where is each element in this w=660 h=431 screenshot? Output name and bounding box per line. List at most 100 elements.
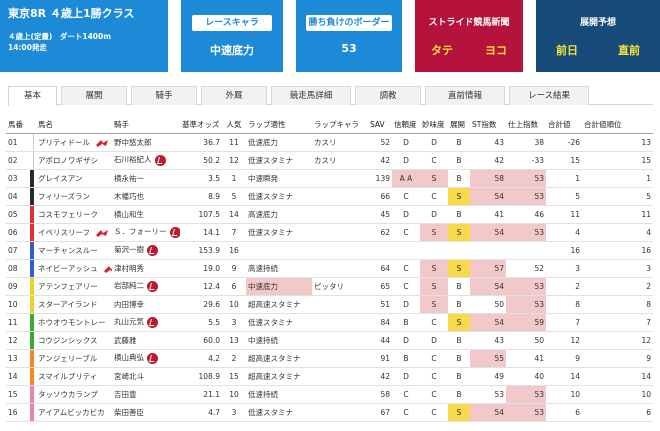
table-row[interactable]: 15 タッソウカランプ 吉田豊 21.1 10 低速持続 58 C C B 53 53 10 10 (6, 385, 653, 404)
goukei-cell: 6 (546, 403, 582, 422)
tab-race-result[interactable]: レース結果 (509, 86, 589, 105)
table-row[interactable]: 03 グレイスアン 横永祐一 3.5 1 中速瞬発 139 A A S B 58 53 1 1 (6, 169, 653, 188)
lap-chara-cell (312, 385, 368, 404)
myomido-cell: S (420, 295, 448, 314)
red-flag-icon (96, 139, 109, 147)
umaban-cell: 15 (6, 385, 30, 404)
horse-name[interactable]: マーチャンスルー (38, 246, 98, 255)
odds-cell: 4.7 (180, 403, 222, 422)
myomido-cell: C (420, 385, 448, 404)
lap-tekisei-cell: 中速持続 (246, 331, 312, 350)
col-bamei: 馬名 (36, 116, 112, 134)
horse-name-cell[interactable]: アポロノワギザシ (36, 151, 112, 170)
horse-name-cell[interactable]: フィリーズラン (36, 187, 112, 206)
horse-name-cell[interactable]: マーチャンスルー (36, 241, 112, 260)
horse-name-cell[interactable]: タッソウカランプ (36, 385, 112, 404)
lap-tekisei-cell (246, 241, 312, 260)
jockey-cell: 石川裕紀人 (112, 151, 180, 170)
st-shisu-cell: 58 (470, 169, 506, 188)
umaban-cell: 01 (6, 133, 30, 152)
odds-cell: 50.2 (180, 151, 222, 170)
horse-name-cell[interactable]: コウジンシックス (36, 331, 112, 350)
horse-name-cell[interactable]: コスモフェリーク (36, 205, 112, 224)
horse-name[interactable]: スターアイランド (38, 300, 97, 309)
tab-chokyo[interactable]: 調教 (355, 86, 421, 105)
tab-gaikyu[interactable]: 外厩 (201, 86, 267, 105)
horse-name-cell[interactable]: ネイビーアッシュ (36, 259, 112, 278)
table-row[interactable]: 07 マーチャンスルー 菊沢一樹 153.9 16 16 16 (6, 241, 653, 260)
horse-name-cell[interactable]: スターアイランド (36, 295, 112, 314)
st-shisu-cell: 54 (470, 187, 506, 206)
stride-yoko-link[interactable]: ヨコ (469, 42, 523, 58)
sav-cell: 51 (368, 295, 392, 314)
goukei-juni-cell: 9 (582, 349, 653, 368)
race-chara-value: 中速底力 (210, 44, 254, 57)
horse-name-cell[interactable]: ホウオウモントレー (36, 313, 112, 332)
table-row[interactable]: 10 スターアイランド 内田博幸 29.6 10 超高速スタミナ 51 D S B 50 53 8 8 (6, 295, 653, 314)
shiage-shisu-cell: 53 (506, 385, 546, 404)
horse-name-cell[interactable]: スマイルプリティ (36, 367, 112, 386)
horse-name-cell[interactable]: イペリスリーフ (36, 223, 112, 242)
horse-name[interactable]: プリティドール (38, 138, 90, 147)
border-card: 勝ち負けのボーダー 53 (296, 0, 402, 72)
chokuzen-link[interactable]: 直前 (598, 42, 660, 58)
stride-tate-link[interactable]: タテ (415, 42, 469, 58)
horse-name-cell[interactable]: プリティドール (36, 133, 112, 152)
table-row[interactable]: 12 コウジンシックス 武藤雅 60.0 13 中速持続 44 D D B 43 50 12 12 (6, 331, 653, 350)
tab-kyosoba-detail[interactable]: 競走馬詳細 (271, 86, 351, 105)
table-row[interactable]: 13 アンジェリーブル 横山典弘 4.2 2 超高速スタミナ 91 B C B 55 41 9 9 (6, 349, 653, 368)
horse-name[interactable]: コウジンシックス (38, 336, 97, 345)
horse-name[interactable]: ネイビーアッシュ (38, 264, 98, 273)
st-shisu-cell: 55 (470, 349, 506, 368)
shinraido-cell: B (392, 349, 420, 368)
tenkai-cell: B (448, 151, 470, 170)
tab-kishu[interactable]: 騎手 (131, 86, 197, 105)
horse-name-cell[interactable]: グレイスアン (36, 169, 112, 188)
horse-name[interactable]: グレイスアン (38, 174, 82, 183)
horse-name[interactable]: ホウオウモントレー (38, 318, 106, 327)
jockey-cell: Ｓ．フォーリー (112, 223, 180, 242)
goukei-cell: 10 (546, 385, 582, 404)
table-row[interactable]: 06 イペリスリーフ Ｓ．フォーリー 14.1 7 低速スタミナ 62 C S S 54 53 4 4 (6, 223, 653, 242)
table-row[interactable]: 08 ネイビーアッシュ 津村明秀 19.0 9 高速持続 64 C S S 57 52 3 3 (6, 259, 653, 278)
horse-name-cell[interactable]: アイアムビッカビカ (36, 403, 112, 422)
myomido-cell: D (420, 205, 448, 224)
horse-name[interactable]: フィリーズラン (38, 192, 90, 201)
ninki-cell: 11 (222, 133, 246, 152)
horse-name[interactable]: アテンフェアリー (38, 282, 98, 291)
ninki-cell: 14 (222, 205, 246, 224)
table-row[interactable]: 01 プリティドール 野中悠太郎 36.7 11 低速底力 カスリ 52 D D B 43 38 -26 1… (6, 133, 653, 152)
tab-tenkai[interactable]: 展開 (61, 86, 127, 105)
zenjitsu-link[interactable]: 前日 (536, 42, 598, 58)
table-row[interactable]: 05 コスモフェリーク 横山和生 107.5 14 高速底力 45 D D B 41 46 11 11 (6, 205, 653, 224)
horse-name-cell[interactable]: アンジェリーブル (36, 349, 112, 368)
tab-kihon[interactable]: 基本 (8, 86, 57, 106)
col-lap-chara: ラップキャラ (312, 116, 368, 134)
jockey-badge-icon (147, 316, 158, 328)
horse-name[interactable]: イペリスリーフ (38, 228, 90, 237)
table-row[interactable]: 11 ホウオウモントレー 丸山元気 5.5 3 低速スタミナ 84 B C S 54 59 7 7 (6, 313, 653, 332)
tab-chokuzen-info[interactable]: 直前情報 (425, 86, 505, 105)
horse-name[interactable]: アイアムビッカビカ (38, 408, 105, 417)
lap-tekisei-cell: 低速スタミナ (246, 313, 312, 332)
horse-name[interactable]: アポロノワギザシ (38, 156, 98, 165)
sav-cell: 91 (368, 349, 392, 368)
horse-name[interactable]: アンジェリーブル (38, 354, 97, 363)
horse-name[interactable]: タッソウカランプ (38, 390, 98, 399)
col-myomido: 妙味度 (420, 116, 448, 134)
table-row[interactable]: 04 フィリーズラン 木幡巧也 8.9 5 低速スタミナ 66 C C S 54 53 5 5 (6, 187, 653, 206)
table-row[interactable]: 09 アテンフェアリー 岩部純二 12.4 6 中速底力 ピッタリ 65 C S B 54 53 2 2 (6, 277, 653, 296)
table-row[interactable]: 14 スマイルプリティ 宮崎北斗 108.9 15 超高速スタミナ 42 D C B 49 40 14 1… (6, 367, 653, 386)
umaban-cell: 09 (6, 277, 30, 296)
jockey-badge-icon (147, 244, 158, 256)
table-row[interactable]: 02 アポロノワギザシ 石川裕紀人 50.2 12 低速スタミナ カスリ 42 D C B 42 -33… (6, 151, 653, 170)
ninki-cell: 13 (222, 331, 246, 350)
horse-name-cell[interactable]: アテンフェアリー (36, 277, 112, 296)
shiage-shisu-cell (506, 241, 546, 260)
shiage-shisu-cell: 53 (506, 403, 546, 422)
shiage-shisu-cell: 40 (506, 367, 546, 386)
tenkai-cell: B (448, 367, 470, 386)
horse-name[interactable]: スマイルプリティ (38, 372, 97, 381)
table-row[interactable]: 16 アイアムビッカビカ 柴田善臣 4.7 3 低速スタミナ 67 C C S 54 53 6 6 (6, 403, 653, 422)
horse-name[interactable]: コスモフェリーク (38, 210, 98, 219)
